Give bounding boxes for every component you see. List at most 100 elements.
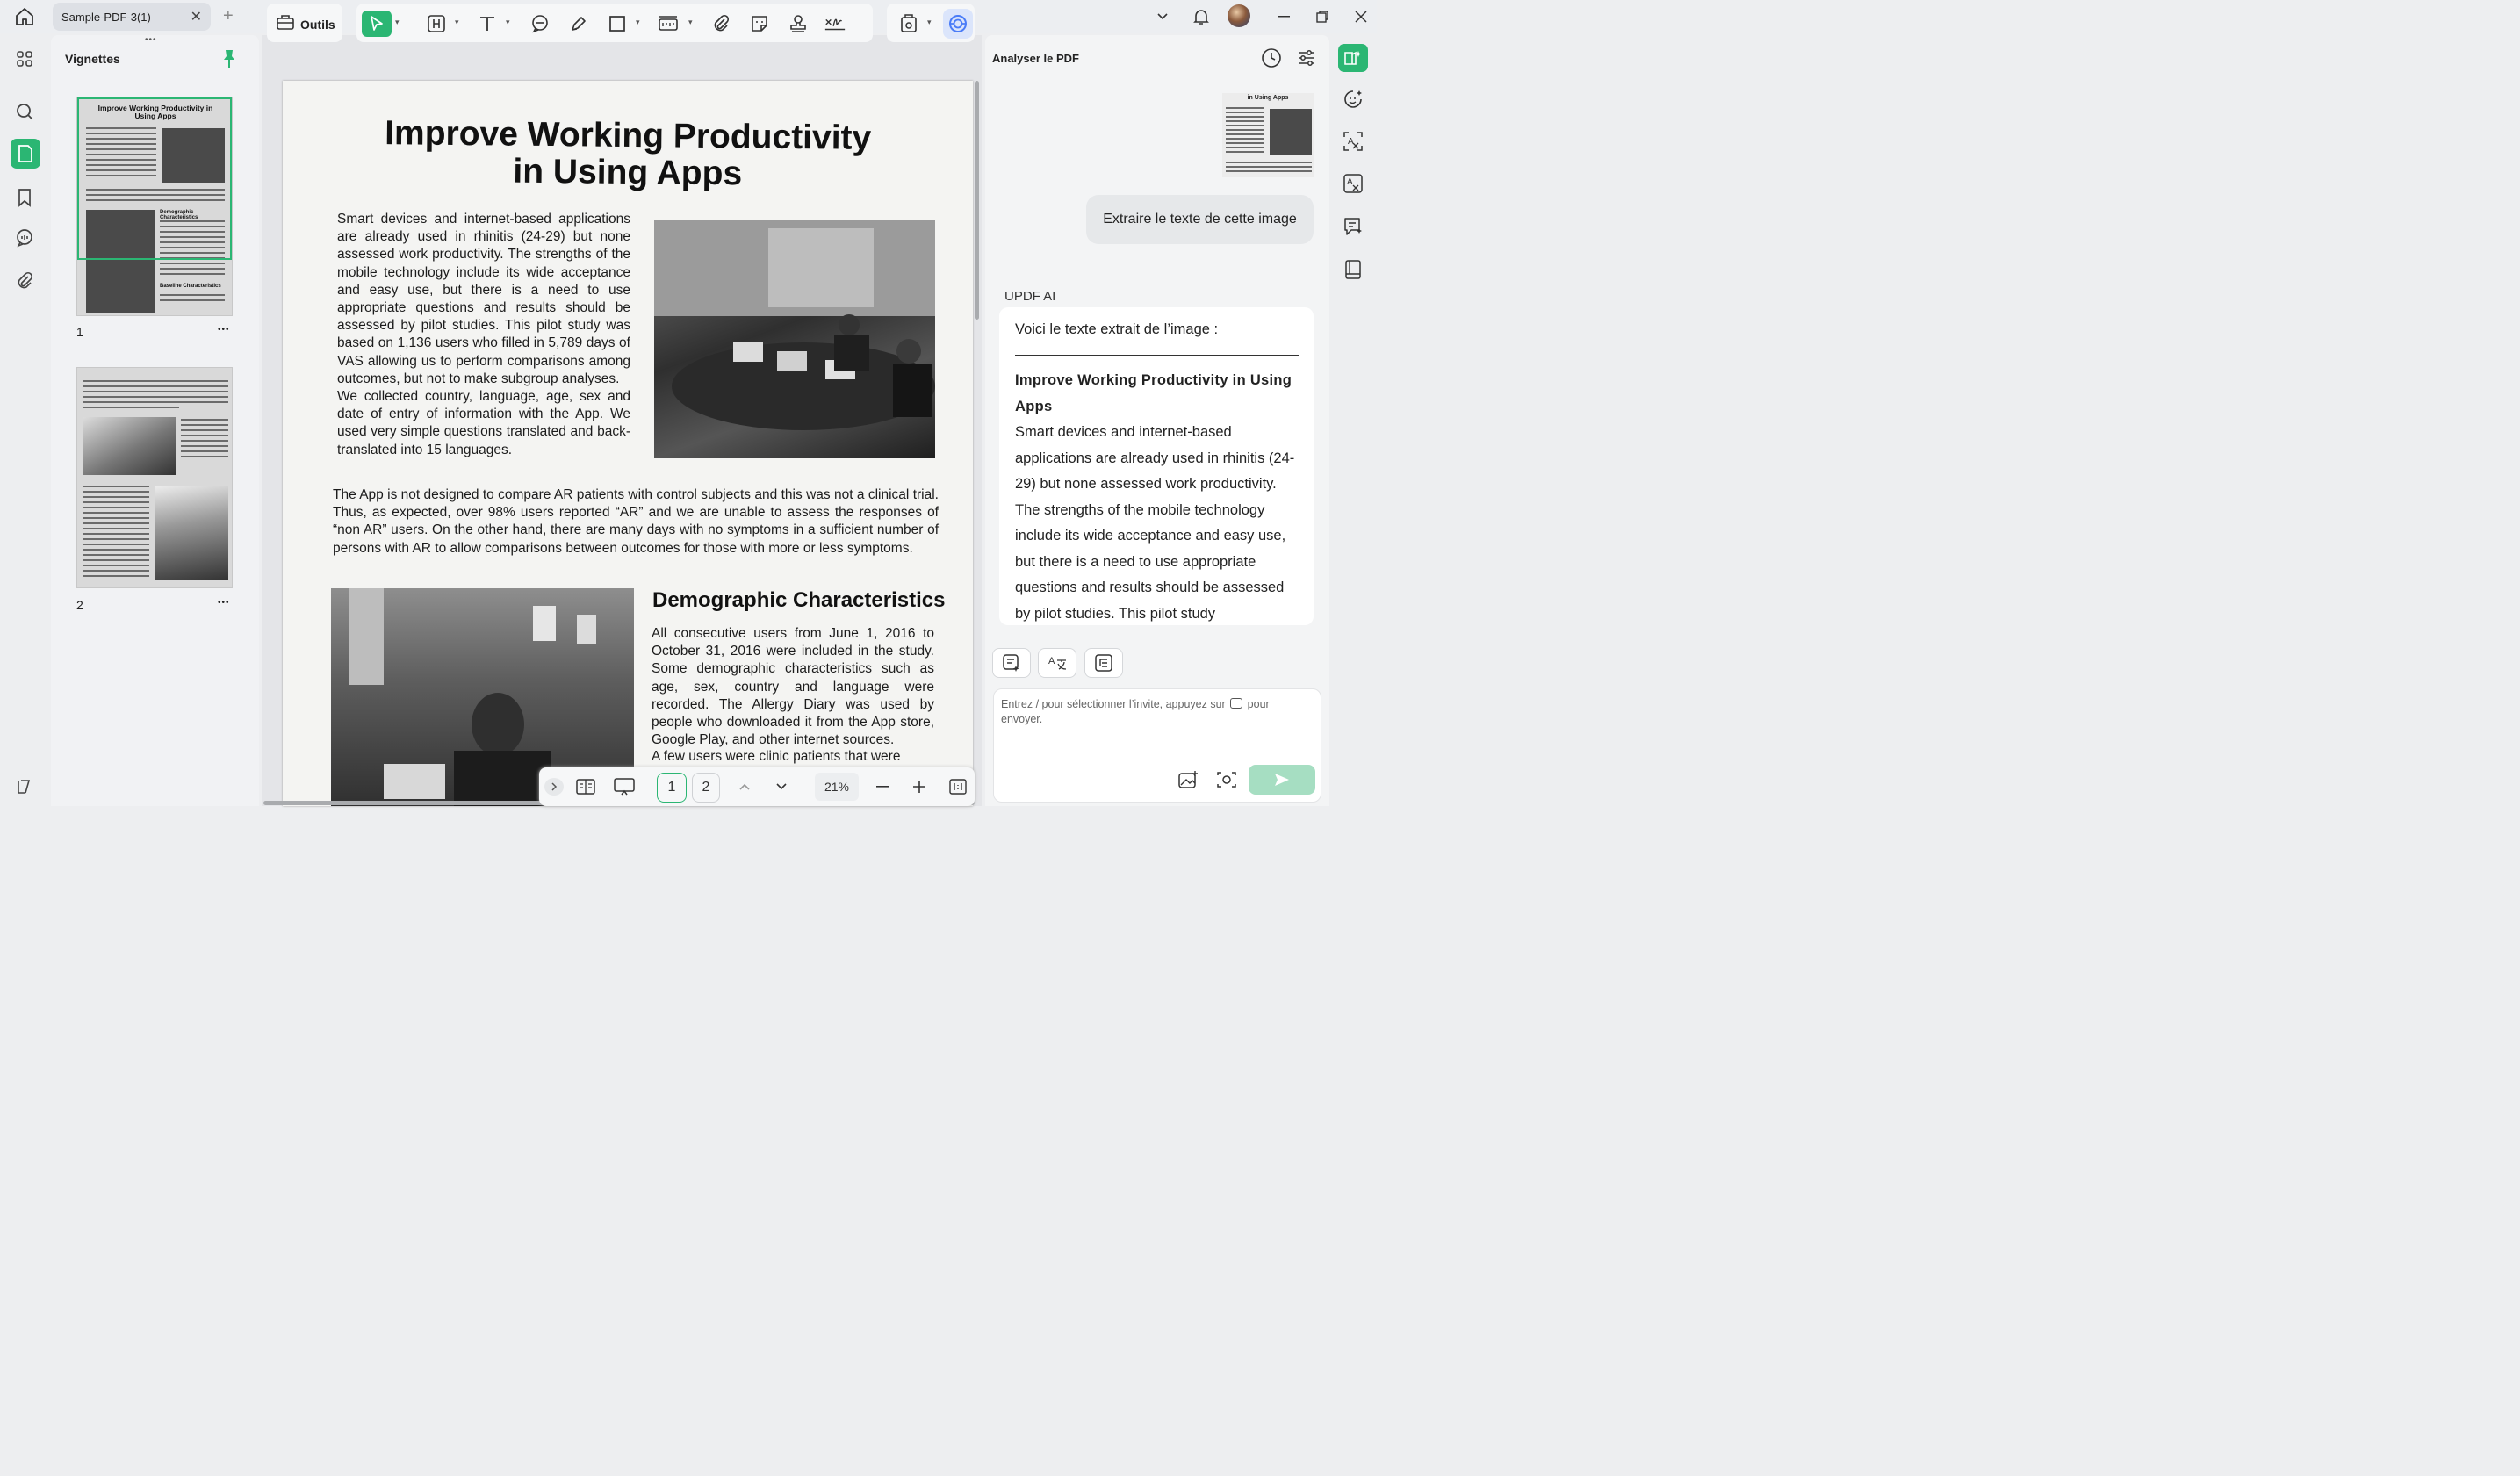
sticker-tool-icon[interactable] [748,12,771,35]
close-window-icon[interactable] [1350,7,1372,26]
page-thumbnail-2[interactable] [76,367,233,588]
comment-tool-icon[interactable] [529,12,551,35]
paragraph: Smart devices and internet-based applica… [337,212,630,386]
ai-chat-panel-icon[interactable] [1338,44,1368,72]
bell-icon[interactable] [1191,7,1212,26]
apps-grid-icon[interactable] [11,46,38,72]
page-label: 2 [76,598,83,612]
ai-assistant-icon[interactable] [943,9,973,39]
page-menu-icon[interactable]: ••• [218,325,230,335]
enter-key-icon [1230,698,1243,709]
document-title-line: in Using Apps [513,152,743,193]
ai-assistant-icon[interactable] [1340,86,1366,112]
ai-panel-title: Analyser le PDF [992,52,1079,65]
user-message-bubble: Extraire le texte de cette image [1086,195,1314,244]
search-icon[interactable] [11,98,38,125]
attached-image-caption: in Using Apps [1247,95,1289,101]
attached-image[interactable]: in Using Apps [1222,93,1314,177]
history-icon[interactable] [1261,47,1282,73]
comments-icon[interactable] [11,225,38,251]
chevron-down-icon[interactable]: ▾ [636,18,640,27]
zoom-out-icon[interactable] [871,774,894,799]
highlight-tool-icon[interactable] [425,12,448,35]
ai-name: UPDF AI [1004,289,1056,304]
document-tab-title: Sample-PDF-3(1) [61,10,151,24]
reader-mode-icon[interactable] [11,774,38,800]
text-tool-icon[interactable] [476,12,499,35]
chevron-down-icon[interactable] [1152,7,1173,26]
toolbox-icon [276,13,295,35]
current-page-input[interactable]: 1 [657,773,687,803]
pdf-page: Improve Working Productivity in Using Ap… [283,81,973,806]
svg-text:A: A [1347,177,1353,187]
paragraph: The App is not designed to compare AR pa… [333,487,939,556]
paragraph: A few users were clinic patients that we… [652,749,901,764]
translate-chip[interactable]: A [1038,648,1076,678]
presentation-icon[interactable] [611,774,637,799]
thumbnails-icon[interactable] [11,139,40,169]
collapse-arrow-icon[interactable] [544,778,564,796]
send-button[interactable] [1249,765,1315,795]
chevron-down-icon[interactable] [769,774,794,799]
home-icon[interactable] [14,7,37,26]
pin-icon[interactable] [223,49,235,73]
actual-size-icon[interactable] [947,774,969,799]
zoom-level[interactable]: 21% [815,773,859,801]
vertical-scrollbar[interactable] [975,81,979,320]
image-upload-icon[interactable] [1177,770,1199,794]
ai-response-intro: Voici le texte extrait de l’image : [1015,321,1219,337]
panel-drag-handle[interactable]: ••• [145,35,157,45]
summarize-chip[interactable] [992,648,1031,678]
ai-summary-icon[interactable] [1340,213,1366,240]
new-tab-button[interactable]: + [223,6,234,26]
settings-sliders-icon[interactable] [1296,47,1317,73]
screenshot-icon[interactable] [1216,770,1237,794]
chevron-down-icon[interactable]: ▾ [688,18,693,27]
chevron-down-icon[interactable]: ▾ [395,18,400,27]
close-tab-icon[interactable]: ✕ [191,8,202,25]
measure-tool-icon[interactable] [657,12,680,35]
placeholder-text: Entrez / pour sélectionner l’invite, app… [1001,698,1226,710]
minimize-icon[interactable] [1273,7,1294,26]
tools-group: Outils [267,4,342,42]
outline-chip[interactable] [1084,648,1123,678]
divider [1015,355,1299,356]
extra-tools-group: ▾ [887,4,975,42]
reading-mode-icon[interactable] [1340,256,1366,283]
paragraph: All consecutive users from June 1, 2016 … [652,626,934,748]
attachment-icon[interactable] [11,268,38,294]
ai-response-body: Smart devices and internet-based applica… [1015,424,1295,622]
translate-icon[interactable]: A [1340,170,1366,197]
chevron-up-icon[interactable] [732,774,757,799]
ocr-icon[interactable]: A [1340,128,1366,155]
page-thumbnail-1[interactable]: Improve Working Productivity in Using Ap… [76,97,233,316]
viewport-indicator[interactable] [77,97,232,260]
thumbnails-title: Vignettes [65,52,120,66]
document-tab[interactable]: Sample-PDF-3(1) ✕ [53,3,211,31]
page-menu-icon[interactable]: ••• [218,598,230,608]
save-tool-icon[interactable] [897,12,920,35]
tools-button[interactable]: Outils [276,13,335,35]
chat-input-placeholder: Entrez / pour sélectionner l’invite, app… [1001,697,1308,727]
tools-label: Outils [300,17,335,32]
zoom-in-icon[interactable] [908,774,931,799]
ai-response-heading: Improve Working Productivity in Using Ap… [1015,372,1292,414]
bookmark-icon[interactable] [11,184,38,211]
stamp-tool-icon[interactable] [787,12,810,35]
select-tool-icon[interactable] [362,11,392,37]
total-pages: 2 [692,773,720,803]
page-label: 1 [76,325,83,339]
ai-response-card: Voici le texte extrait de l’image : Impr… [999,307,1314,625]
section-heading: Demographic Characteristics [652,588,946,612]
shape-tool-icon[interactable] [606,12,629,35]
chevron-down-icon[interactable]: ▾ [506,18,510,27]
attachment-tool-icon[interactable] [709,12,732,35]
pen-tool-icon[interactable] [567,12,590,35]
chevron-down-icon[interactable]: ▾ [927,18,932,27]
restore-icon[interactable] [1312,7,1333,26]
chat-input[interactable]: Entrez / pour sélectionner l’invite, app… [993,688,1321,803]
avatar[interactable] [1228,4,1250,27]
signature-tool-icon[interactable] [824,12,846,35]
chevron-down-icon[interactable]: ▾ [455,18,459,27]
page-layout-icon[interactable] [572,774,599,799]
